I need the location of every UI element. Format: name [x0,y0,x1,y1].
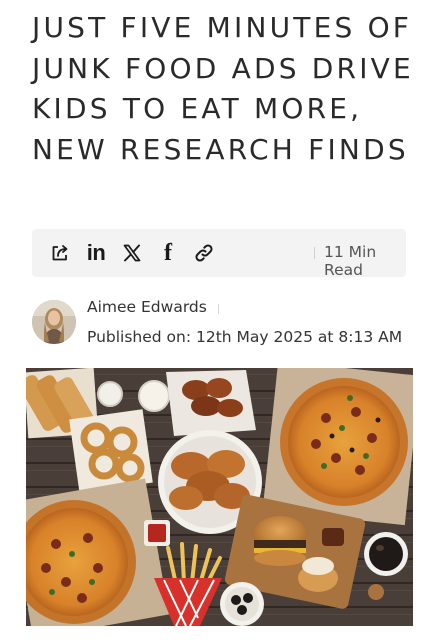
link-icon[interactable] [192,241,216,265]
share-bar-divider [314,247,315,259]
olives-bowl [220,582,264,626]
hero-image [26,368,413,626]
article-headline: JUST FIVE MINUTES OF JUNK FOOD ADS DRIVE… [32,11,414,166]
soda-cup [364,532,408,576]
share-icons: in f [48,240,216,266]
x-icon[interactable] [120,241,144,265]
read-time: 11 Min Read [324,243,377,279]
share-icon[interactable] [48,241,72,265]
author-name[interactable]: Aimee Edwards [87,298,207,316]
author-block: Aimee Edwards Published on: 12th May 202… [32,297,422,353]
chicken-wings-tray [166,370,256,436]
linkedin-icon[interactable]: in [84,240,108,265]
author-divider [218,304,219,314]
pizza-box-left [26,478,170,626]
avatar[interactable] [32,300,76,344]
facebook-icon[interactable]: f [156,240,180,266]
share-bar: in f 11 Min Read [32,229,406,279]
pizza-box-right [262,368,413,526]
publish-date: Published on: 12th May 2025 at 8:13 AM [87,328,403,346]
